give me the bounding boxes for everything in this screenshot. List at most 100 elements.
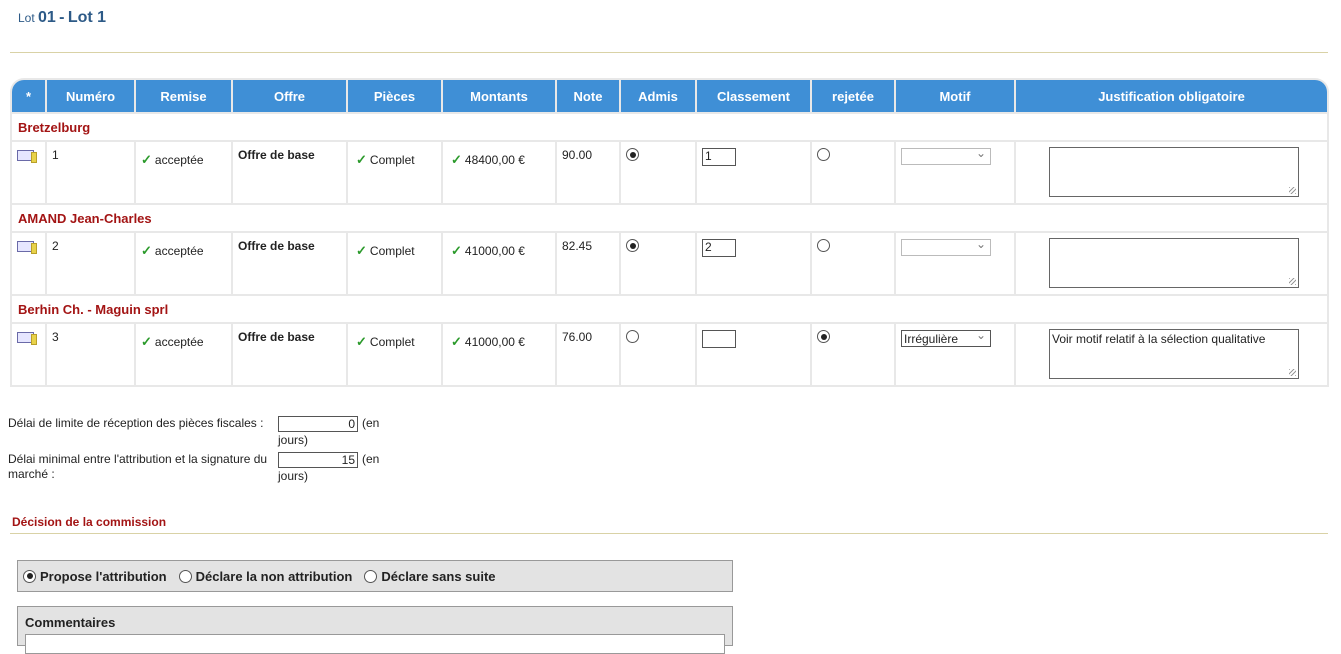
score: 76.00 — [562, 330, 593, 344]
comments-label: Commentaires — [25, 615, 116, 630]
col-header-pieces[interactable]: Pièces — [348, 80, 441, 112]
mail-icon[interactable] — [17, 332, 37, 345]
admis-radio[interactable] — [626, 239, 639, 252]
lot-number: 01 — [38, 9, 56, 26]
cell-pieces: ✓ Complet — [348, 142, 441, 203]
col-header-motif[interactable]: Motif — [896, 80, 1014, 112]
cell-classement: 2 — [697, 233, 810, 294]
cell-montant: ✓ 41000,00 € — [443, 324, 555, 385]
cell-justification: Voir motif relatif à la sélection qualit… — [1016, 324, 1327, 385]
cell-offre: Offre de base — [233, 324, 346, 385]
ranking-input[interactable] — [702, 330, 736, 348]
admis-radio[interactable] — [626, 148, 639, 161]
cell-remise: ✓ acceptée — [136, 324, 231, 385]
signature-delay-input[interactable]: 15 — [278, 452, 358, 468]
check-icon: ✓ — [451, 152, 462, 167]
cell-offre: Offre de base — [233, 233, 346, 294]
offer-type: Offre de base — [238, 148, 315, 162]
col-header-rejetee[interactable]: rejetée — [812, 80, 894, 112]
offer-number: 1 — [52, 148, 59, 162]
rejected-radio[interactable] — [817, 148, 830, 161]
lot-prefix: Lot — [18, 11, 35, 25]
check-icon: ✓ — [356, 243, 367, 258]
decision-option-non-attribution[interactable]: Déclare la non attribution — [178, 569, 352, 584]
admis-radio[interactable] — [626, 330, 639, 343]
ranking-input[interactable]: 2 — [702, 239, 736, 257]
mail-icon[interactable] — [17, 150, 37, 163]
cell-montant: ✓ 48400,00 € — [443, 142, 555, 203]
company-name: Berhin Ch. - Maguin sprl — [12, 296, 1327, 322]
decision-option-label: Propose l'attribution — [40, 568, 167, 584]
rejected-radio[interactable] — [817, 330, 830, 343]
signature-delay-label: Délai minimal entre l'attribution et la … — [8, 452, 268, 481]
decision-option-propose[interactable]: Propose l'attribution — [23, 569, 167, 584]
motif-select[interactable] — [901, 237, 991, 256]
offer-row: 1 ✓ acceptée Offre de base ✓ Complet ✓ 4840… — [12, 142, 1327, 203]
pieces-status: Complet — [369, 335, 415, 349]
reception-delay-input[interactable]: 0 — [278, 416, 358, 432]
offer-type: Offre de base — [238, 239, 315, 253]
decision-option-label: Déclare sans suite — [381, 568, 496, 584]
comments-textarea[interactable] — [25, 634, 725, 654]
justification-textarea[interactable] — [1049, 147, 1299, 197]
offer-row: 2 ✓ acceptée Offre de base ✓ Complet ✓ 4100… — [12, 233, 1327, 294]
decision-option-sans-suite[interactable]: Déclare sans suite — [364, 568, 496, 584]
check-icon: ✓ — [141, 152, 152, 167]
cell-remise: ✓ acceptée — [136, 142, 231, 203]
reception-unit-close: jours) — [278, 433, 309, 447]
cell-justification — [1016, 142, 1327, 203]
justification-textarea[interactable] — [1049, 238, 1299, 288]
cell-admis — [621, 233, 695, 294]
col-header-offre[interactable]: Offre — [233, 80, 346, 112]
lot-title: Lot 01 - Lot 1 — [18, 9, 106, 27]
col-header-remise[interactable]: Remise — [136, 80, 231, 112]
cell-offre: Offre de base — [233, 142, 346, 203]
motif-select[interactable]: Irrégulière — [901, 328, 991, 347]
col-header-justification[interactable]: Justification obligatoire — [1016, 80, 1327, 112]
col-header-classement[interactable]: Classement — [697, 80, 810, 112]
col-header-admis[interactable]: Admis — [621, 80, 695, 112]
cell-icon — [12, 233, 45, 294]
cell-note: 90.00 — [557, 142, 619, 203]
reception-unit-open: (en — [362, 416, 380, 430]
cell-pieces: ✓ Complet — [348, 324, 441, 385]
motif-select[interactable] — [901, 146, 991, 165]
cell-remise: ✓ acceptée — [136, 233, 231, 294]
remise-status: acceptée — [154, 244, 204, 258]
cell-pieces: ✓ Complet — [348, 233, 441, 294]
offer-type: Offre de base — [238, 330, 315, 344]
company-row: Bretzelburg — [12, 114, 1327, 140]
cell-note: 82.45 — [557, 233, 619, 294]
remise-status: acceptée — [154, 335, 204, 349]
rejected-radio[interactable] — [817, 239, 830, 252]
cell-justification — [1016, 233, 1327, 294]
col-header-numero[interactable]: Numéro — [47, 80, 134, 112]
lot-name: Lot 1 — [67, 9, 107, 26]
check-icon: ✓ — [141, 334, 152, 349]
col-header-montants[interactable]: Montants — [443, 80, 555, 112]
decision-radio-propose[interactable] — [23, 569, 36, 583]
ranking-input[interactable]: 1 — [702, 148, 736, 166]
decision-radio-non-attribution[interactable] — [178, 569, 192, 583]
company-name: AMAND Jean-Charles — [12, 205, 1327, 231]
col-header-note[interactable]: Note — [557, 80, 619, 112]
cell-rejetee — [812, 142, 894, 203]
justification-textarea[interactable]: Voir motif relatif à la sélection qualit… — [1049, 329, 1299, 379]
decision-radio-sans-suite[interactable] — [364, 569, 378, 583]
cell-note: 76.00 — [557, 324, 619, 385]
comments-box: Commentaires — [17, 606, 733, 654]
col-header-star[interactable]: * — [12, 80, 45, 112]
company-row: AMAND Jean-Charles — [12, 205, 1327, 231]
cell-icon — [12, 324, 45, 385]
cell-admis — [621, 324, 695, 385]
amount: 41000,00 € — [464, 244, 525, 258]
decision-title: Décision de la commission — [12, 515, 167, 529]
check-icon: ✓ — [141, 243, 152, 258]
remise-status: acceptée — [154, 153, 204, 167]
cell-montant: ✓ 41000,00 € — [443, 233, 555, 294]
cell-admis — [621, 142, 695, 203]
mail-icon[interactable] — [17, 241, 37, 254]
cell-classement — [697, 324, 810, 385]
cell-rejetee — [812, 324, 894, 385]
cell-motif — [896, 142, 1014, 203]
